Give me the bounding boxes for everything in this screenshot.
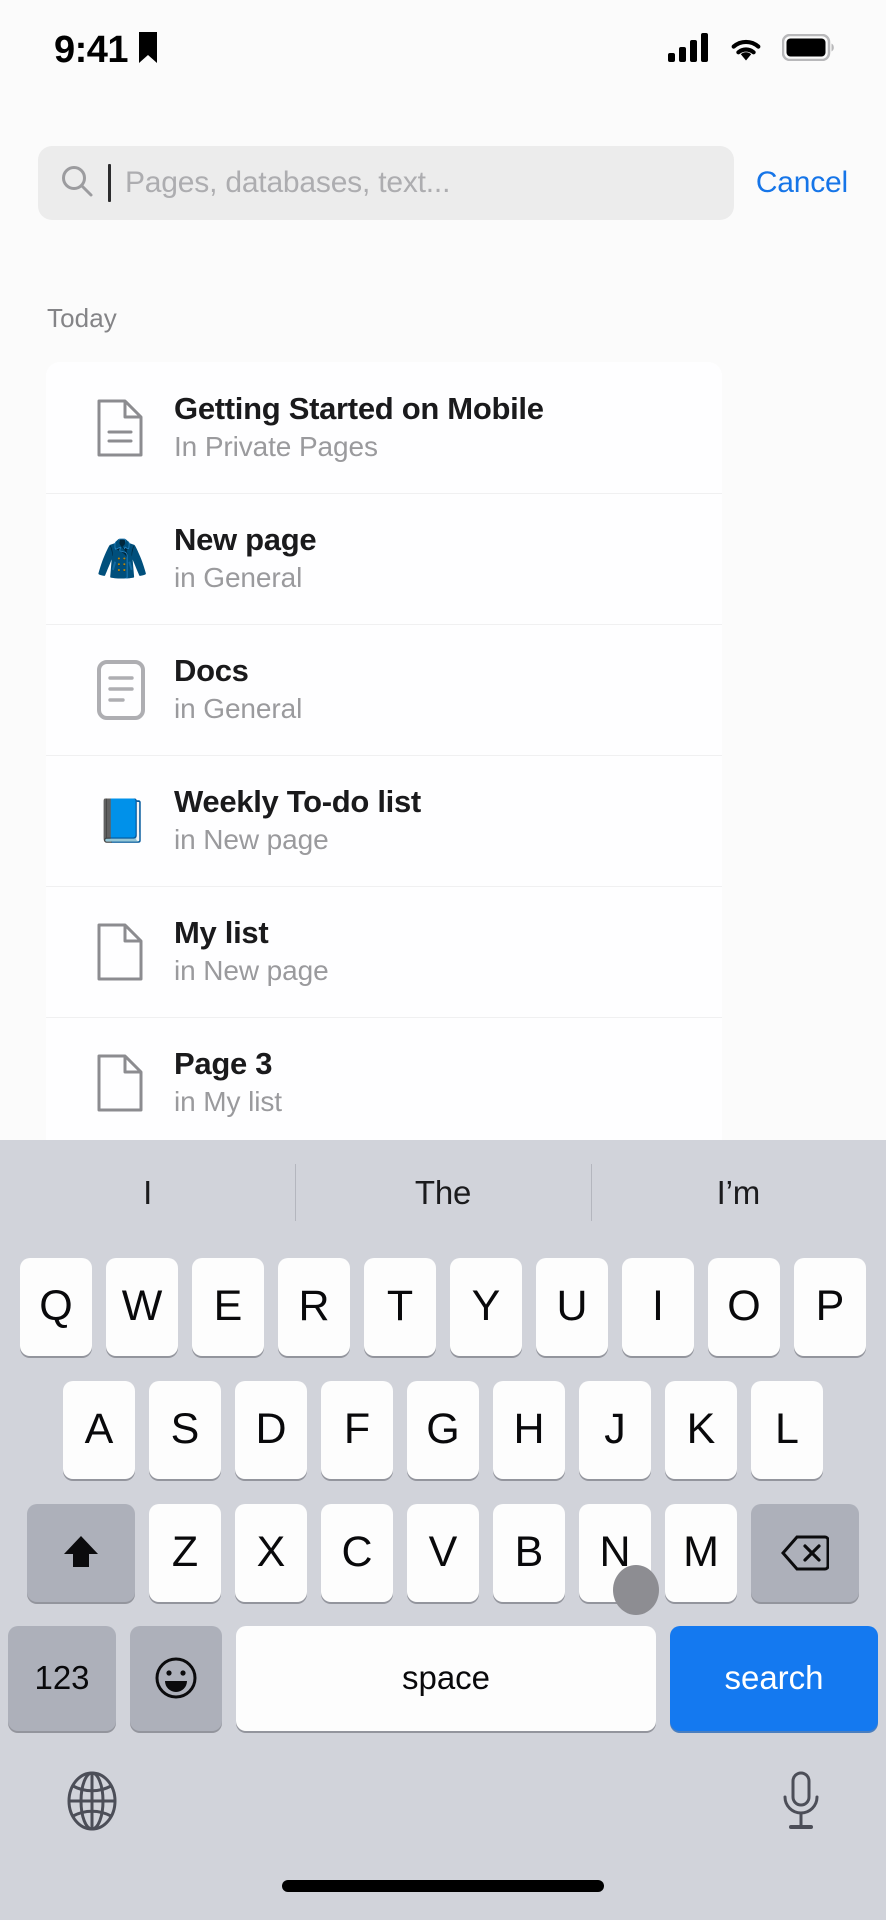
keyboard-row-3: ZXCVBNM	[0, 1491, 886, 1614]
key-v[interactable]: V	[407, 1503, 479, 1602]
key-u[interactable]: U	[536, 1257, 608, 1356]
prediction-0[interactable]: I	[0, 1140, 295, 1245]
key-s[interactable]: S	[149, 1380, 221, 1479]
result-subtitle: in New page	[174, 824, 329, 856]
key-k[interactable]: K	[665, 1380, 737, 1479]
emoji-smiley-icon[interactable]	[130, 1625, 222, 1731]
space-key[interactable]: space	[236, 1625, 656, 1731]
result-title: Weekly To-do list	[174, 784, 421, 820]
globe-language-icon[interactable]	[62, 1770, 122, 1837]
battery-full-icon	[781, 33, 834, 66]
search-input[interactable]: Pages, databases, text...	[38, 146, 734, 220]
key-l[interactable]: L	[751, 1380, 823, 1479]
key-m[interactable]: M	[665, 1503, 737, 1602]
result-title: Page 3	[174, 1046, 273, 1082]
result-row-text: Docs in General	[174, 654, 302, 724]
result-row[interactable]: 🧥 New page in General	[46, 493, 722, 624]
result-title: Getting Started on Mobile	[174, 391, 544, 427]
blue-book-emoji: 📘	[96, 796, 149, 844]
clothes-hanger-emoji: 🧥	[96, 534, 174, 582]
document-blank-icon	[96, 923, 174, 981]
blue-book-emoji: 📘	[96, 796, 174, 844]
search-bar: Pages, databases, text... Cancel	[0, 142, 886, 224]
phone-screen: 9:41 Pages, databases, text... Cancel To…	[0, 0, 886, 1920]
key-t[interactable]: T	[364, 1257, 436, 1356]
touch-indicator	[613, 1565, 659, 1615]
document-blank-icon	[96, 1054, 174, 1112]
key-e[interactable]: E	[192, 1257, 264, 1356]
keyboard-bottom-bar	[0, 1742, 886, 1892]
result-row-text: Getting Started on Mobile In Private Page…	[174, 392, 544, 462]
predictive-text-bar: I The I’m	[0, 1140, 886, 1245]
search-key[interactable]: search	[670, 1625, 878, 1731]
microphone-icon[interactable]	[778, 1770, 824, 1839]
key-q[interactable]: Q	[20, 1257, 92, 1356]
home-indicator	[282, 1880, 604, 1892]
key-b[interactable]: B	[493, 1503, 565, 1602]
search-icon	[60, 164, 94, 203]
result-row-text: New page in General	[174, 522, 317, 594]
note-lines-icon	[96, 659, 174, 720]
document-lines-icon	[96, 399, 174, 457]
keyboard-row-1: QWERTYUIOP	[0, 1245, 886, 1368]
prediction-1[interactable]: The	[295, 1140, 590, 1245]
key-j[interactable]: J	[579, 1380, 651, 1479]
shift-key[interactable]	[27, 1503, 135, 1602]
result-row[interactable]: My list in New page	[46, 886, 722, 1017]
key-z[interactable]: Z	[149, 1503, 221, 1602]
wifi-icon	[727, 34, 765, 67]
status-bar-clock: 9:41	[54, 28, 129, 71]
results-section-header: Today	[47, 303, 117, 333]
status-bar: 9:41	[0, 0, 886, 100]
keyboard-row-4: 123 space search	[0, 1614, 886, 1742]
key-g[interactable]: G	[407, 1380, 479, 1479]
prediction-2[interactable]: I’m	[590, 1140, 886, 1245]
key-w[interactable]: W	[106, 1257, 178, 1356]
status-bar-left: 9:41	[54, 29, 159, 72]
key-a[interactable]: A	[63, 1380, 135, 1479]
result-row[interactable]: Getting Started on Mobile In Private Page…	[46, 362, 722, 493]
key-i[interactable]: I	[622, 1257, 694, 1356]
numbers-key[interactable]: 123	[8, 1625, 116, 1731]
key-f[interactable]: F	[321, 1380, 393, 1479]
result-subtitle: In Private Pages	[174, 431, 378, 463]
key-p[interactable]: P	[794, 1257, 866, 1356]
cellular-signal-icon	[668, 32, 710, 68]
cancel-button[interactable]: Cancel	[748, 166, 848, 200]
result-row[interactable]: Page 3 in My list	[46, 1017, 722, 1148]
key-x[interactable]: X	[235, 1503, 307, 1602]
status-bar-right	[668, 32, 834, 68]
search-placeholder-text: Pages, databases, text...	[125, 166, 451, 199]
result-title: My list	[174, 915, 269, 951]
key-d[interactable]: D	[235, 1380, 307, 1479]
result-subtitle: in General	[174, 693, 303, 725]
backspace-key[interactable]	[751, 1503, 859, 1602]
clothes-hanger-emoji: 🧥	[96, 534, 149, 582]
text-cursor	[108, 164, 111, 202]
result-row-text: Weekly To-do list in New page	[174, 785, 421, 855]
bookmark-icon	[137, 31, 159, 70]
result-row[interactable]: 📘 Weekly To-do list in New page	[46, 755, 722, 886]
result-subtitle: in New page	[174, 955, 329, 987]
key-h[interactable]: H	[493, 1380, 565, 1479]
key-c[interactable]: C	[321, 1503, 393, 1602]
result-subtitle: in My list	[174, 1086, 282, 1118]
result-row-text: My list in New page	[174, 916, 329, 986]
search-results-list: Getting Started on Mobile In Private Page…	[46, 362, 722, 1148]
keyboard-row-2: ASDFGHJKL	[0, 1368, 886, 1491]
result-title: Docs	[174, 653, 249, 689]
result-subtitle: in General	[174, 562, 303, 594]
key-o[interactable]: O	[708, 1257, 780, 1356]
onscreen-keyboard: I The I’m QWERTYUIOP ASDFGHJKL ZXCVBNM 123	[0, 1140, 886, 1920]
key-r[interactable]: R	[278, 1257, 350, 1356]
result-title: New page	[174, 522, 317, 558]
result-row[interactable]: Docs in General	[46, 624, 722, 755]
result-row-text: Page 3 in My list	[174, 1047, 282, 1117]
key-y[interactable]: Y	[450, 1257, 522, 1356]
